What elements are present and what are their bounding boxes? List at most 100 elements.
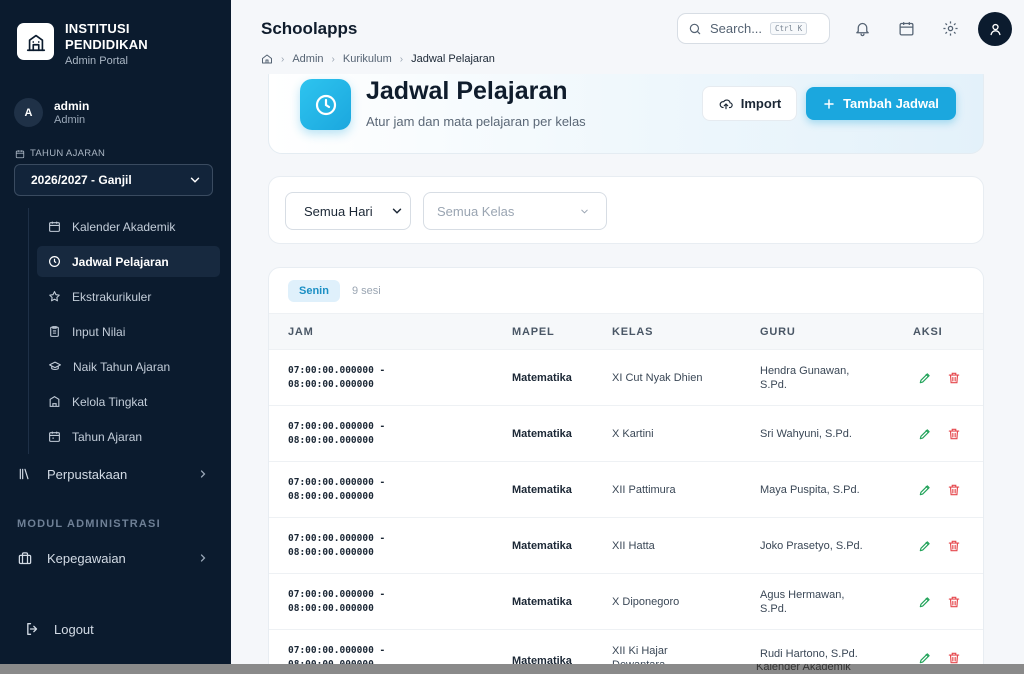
trash-icon[interactable]	[947, 539, 961, 553]
clock-icon	[300, 79, 351, 130]
cell-guru: Sri Wahyuni, S.Pd.	[760, 428, 852, 440]
logout-button[interactable]: Logout	[24, 621, 94, 637]
plus-icon	[824, 98, 834, 109]
edit-icon[interactable]	[918, 539, 932, 553]
trash-icon[interactable]	[947, 651, 961, 664]
sidebar-item-label: Tahun Ajaran	[72, 429, 143, 444]
sidebar: INSTITUSI PENDIDIKAN Admin Portal A admi…	[0, 0, 231, 664]
calendar-icon	[49, 221, 60, 232]
search-placeholder: Search...	[710, 21, 763, 36]
gear-icon[interactable]	[942, 20, 959, 37]
class-filter-select[interactable]: Semua Kelas	[423, 192, 607, 230]
day-filter-value: Semua Hari	[304, 203, 373, 219]
user-role: Admin	[54, 114, 86, 126]
table-row: 07:00:00.000000 - 08:00:00.000000 Matemati…	[269, 518, 983, 574]
trash-icon[interactable]	[947, 371, 961, 385]
library-icon	[17, 467, 33, 481]
trash-icon[interactable]	[947, 427, 961, 441]
avatar: A	[14, 98, 43, 127]
sidebar-item-kalender-akademik[interactable]: Kalender Akademik	[37, 211, 220, 242]
trash-icon[interactable]	[947, 483, 961, 497]
cell-kelas: X Diponegoro	[612, 596, 680, 608]
import-button[interactable]: Import	[702, 86, 797, 121]
day-filter-select[interactable]: Semua Hari	[285, 192, 411, 230]
user-profile[interactable]: A admin Admin	[14, 98, 89, 127]
home-icon[interactable]	[261, 53, 273, 65]
add-schedule-button[interactable]: Tambah Jadwal	[806, 87, 956, 120]
day-badge: Senin	[288, 280, 340, 302]
academic-year-label-text: TAHUN AJARAN	[30, 148, 106, 159]
page-subtitle: Atur jam dan mata pelajaran per kelas	[366, 114, 586, 129]
academic-year-select[interactable]: 2026/2027 - Ganjil	[14, 164, 213, 196]
cell-jam-end: 08:00:00.000000	[288, 547, 374, 558]
user-avatar-button[interactable]	[978, 12, 1012, 46]
building-icon	[49, 395, 60, 407]
table-row: 07:00:00.000000 - 08:00:00.000000 Matemati…	[269, 350, 983, 406]
cell-jam: 07:00:00.000000 -08:00:00.000000	[288, 420, 385, 448]
cell-kelas: X Kartini	[612, 428, 654, 440]
bell-icon[interactable]	[854, 20, 871, 37]
edit-icon[interactable]	[918, 427, 932, 441]
clock-icon	[49, 256, 60, 267]
page-header-card: Jadwal Pelajaran Atur jam dan mata pelaj…	[268, 62, 984, 154]
sidebar-item-input-nilai[interactable]: Input Nilai	[37, 316, 220, 347]
calendar-range-icon	[49, 431, 60, 442]
breadcrumb-kurikulum[interactable]: Kurikulum	[343, 53, 392, 65]
cell-guru: Maya Puspita, S.Pd.	[760, 484, 860, 496]
academic-year-value: 2026/2027 - Ganjil	[31, 173, 132, 187]
edit-icon[interactable]	[918, 483, 932, 497]
chevron-down-icon	[392, 208, 402, 214]
search-icon	[689, 23, 701, 34]
edit-icon[interactable]	[918, 595, 932, 609]
app-title: Schoolapps	[261, 19, 358, 38]
star-icon	[49, 291, 60, 302]
cell-jam-start: 07:00:00.000000 -	[288, 589, 386, 600]
edit-icon[interactable]	[918, 651, 932, 664]
calendar-icon	[15, 149, 25, 158]
search-input[interactable]: Search... Ctrl K	[677, 13, 830, 44]
cell-mapel: Matematika	[512, 596, 572, 608]
breadcrumb-admin[interactable]: Admin	[292, 53, 323, 65]
cell-mapel: Matematika	[512, 484, 572, 496]
submenu-guide-line	[28, 208, 29, 454]
sidebar-item-label: Ekstrakurikuler	[72, 289, 152, 304]
trash-icon[interactable]	[947, 595, 961, 609]
sidebar-item-label: Jadwal Pelajaran	[72, 254, 169, 269]
sidebar-item-label: Perpustakaan	[47, 466, 128, 482]
column-header-aksi: AKSI	[913, 326, 943, 338]
sidebar-item-kelola-tingkat[interactable]: Kelola Tingkat	[37, 386, 220, 417]
cell-guru: Joko Prasetyo, S.Pd.	[760, 540, 863, 552]
cell-jam-end: 08:00:00.000000	[288, 379, 374, 390]
user-icon	[989, 23, 1001, 35]
cell-jam: 07:00:00.000000 -08:00:00.000000	[288, 644, 385, 664]
cell-kelas: XI Cut Nyak Dhien	[612, 372, 703, 384]
edit-icon[interactable]	[918, 371, 932, 385]
calendar-icon[interactable]	[898, 20, 915, 37]
institution-logo-icon	[17, 23, 54, 60]
table-row: 07:00:00.000000 - 08:00:00.000000 Matemati…	[269, 462, 983, 518]
sidebar-item-label: Kepegawaian	[47, 550, 126, 566]
chevron-right-icon	[200, 554, 206, 562]
sidebar-item-ekstrakurikuler[interactable]: Ekstrakurikuler	[37, 281, 220, 312]
briefcase-icon	[18, 551, 32, 564]
filter-card: Semua Hari Semua Kelas	[268, 176, 984, 244]
sidebar-item-jadwal-pelajaran[interactable]: Jadwal Pelajaran	[37, 246, 220, 277]
brand-name-line1: INSTITUSI	[65, 21, 130, 36]
sidebar-item-naik-tahun-ajaran[interactable]: Naik Tahun Ajaran	[37, 351, 220, 382]
brand[interactable]: INSTITUSI PENDIDIKAN Admin Portal	[17, 21, 148, 67]
cell-jam: 07:00:00.000000 -08:00:00.000000	[288, 532, 385, 560]
logout-icon	[27, 623, 38, 635]
import-label: Import	[740, 96, 782, 111]
sidebar-item-kepegawaian[interactable]: Kepegawaian	[17, 543, 213, 573]
sidebar-item-perpustakaan[interactable]: Perpustakaan	[17, 459, 213, 489]
cell-kelas: XII Pattimura	[612, 484, 676, 496]
clipboard-icon	[50, 326, 59, 337]
cell-guru: Rudi Hartono, S.Pd.	[760, 648, 858, 660]
sidebar-item-tahun-ajaran[interactable]: Tahun Ajaran	[37, 421, 220, 452]
cell-jam-start: 07:00:00.000000 -	[288, 365, 386, 376]
background-window-text: Kalender Akademik	[756, 664, 851, 673]
table-row: 07:00:00.000000 - 08:00:00.000000 Matemati…	[269, 406, 983, 462]
cell-mapel: Matematika	[512, 655, 572, 664]
column-header-jam: JAM	[288, 326, 314, 338]
graduation-cap-icon	[49, 361, 61, 371]
